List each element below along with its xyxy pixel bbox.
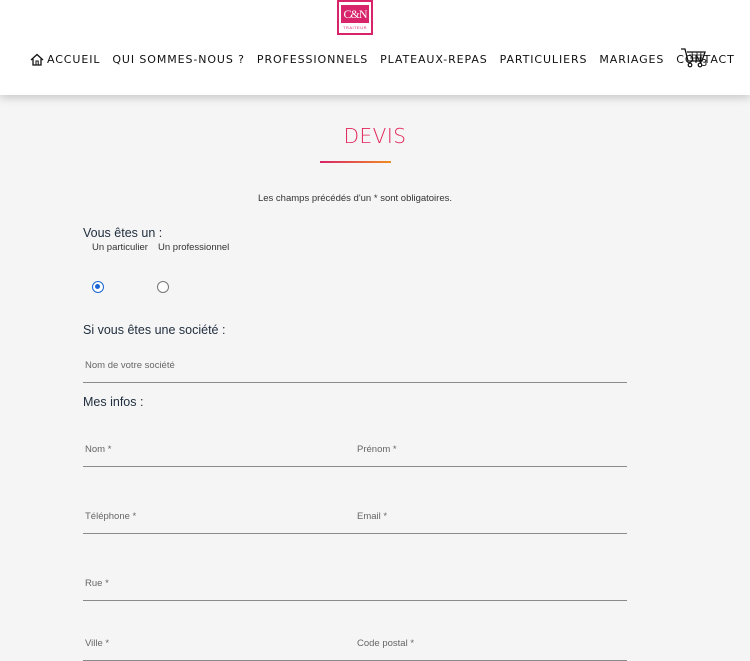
nav-item-plateaux-repas[interactable]: PLATEAUX-REPAS bbox=[380, 53, 488, 66]
customer-type-label: Vous êtes un : bbox=[83, 226, 163, 240]
nav-item-qui-sommes-nous[interactable]: QUI SOMMES-NOUS ? bbox=[112, 53, 245, 66]
nav-item-particuliers[interactable]: PARTICULIERS bbox=[500, 53, 588, 66]
ville-field bbox=[83, 627, 355, 661]
nav-label-accueil: ACCUEIL bbox=[47, 52, 101, 66]
company-name-input[interactable] bbox=[83, 349, 627, 382]
telephone-field bbox=[83, 500, 355, 534]
required-fields-note: Les champs précédés d'un * sont obligato… bbox=[257, 193, 453, 204]
main-nav: ACCUEIL QUI SOMMES-NOUS ? PROFESSIONNELS… bbox=[30, 51, 735, 67]
prenom-field bbox=[355, 433, 627, 467]
nav-item-accueil[interactable]: ACCUEIL bbox=[30, 53, 100, 66]
nom-field bbox=[83, 433, 355, 467]
radio-label-professionnel: Un professionnel bbox=[158, 242, 230, 253]
home-icon bbox=[30, 53, 44, 66]
telephone-input[interactable] bbox=[83, 500, 355, 533]
radio-professionnel[interactable] bbox=[157, 281, 169, 293]
nav-item-mariages[interactable]: MARIAGES bbox=[599, 53, 664, 66]
company-name-field bbox=[83, 349, 627, 383]
info-section-label: Mes infos : bbox=[83, 395, 144, 409]
radio-label-particulier: Un particulier bbox=[92, 242, 148, 253]
nom-input[interactable] bbox=[83, 433, 355, 466]
logo-mark: C&N bbox=[341, 5, 369, 23]
radio-particulier[interactable] bbox=[92, 281, 104, 293]
brand-logo[interactable]: C&N TRAITEUR bbox=[337, 0, 373, 35]
ville-input[interactable] bbox=[83, 627, 355, 660]
rue-field bbox=[83, 567, 627, 601]
logo-subtitle: TRAITEUR bbox=[343, 25, 367, 30]
nav-item-professionnels[interactable]: PROFESSIONNELS bbox=[257, 53, 368, 66]
site-header: C&N TRAITEUR ACCUEIL QUI SOMMES-NOUS ? P… bbox=[0, 0, 750, 95]
code-postal-input[interactable] bbox=[355, 627, 627, 660]
email-input[interactable] bbox=[355, 500, 627, 533]
page-title: DEVIS bbox=[343, 124, 407, 148]
rue-input[interactable] bbox=[83, 567, 627, 600]
code-postal-field bbox=[355, 627, 627, 661]
title-underline bbox=[320, 161, 391, 163]
company-section-label: Si vous êtes une société : bbox=[83, 323, 226, 337]
prenom-input[interactable] bbox=[355, 433, 627, 466]
email-field bbox=[355, 500, 627, 534]
cart-count-badge: 3 bbox=[701, 58, 708, 69]
